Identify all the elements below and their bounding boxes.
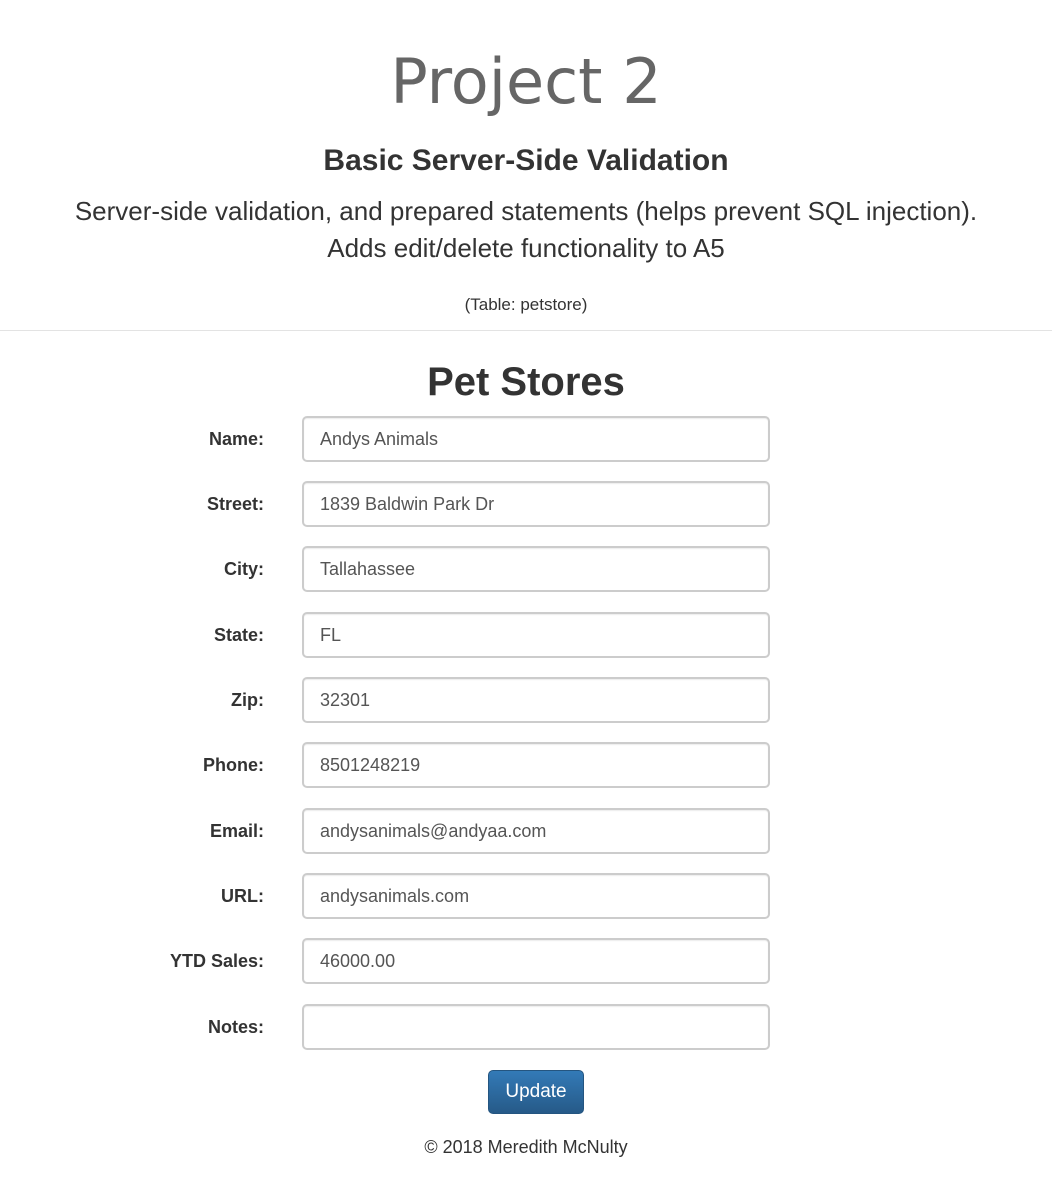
city-label: City: xyxy=(224,559,264,579)
url-label: URL: xyxy=(221,886,264,906)
name-label: Name: xyxy=(208,429,264,449)
notes-label: Notes: xyxy=(207,1017,264,1037)
ytd-sales-field[interactable] xyxy=(302,938,770,984)
street-field[interactable] xyxy=(302,481,770,527)
page-title: Project 2 xyxy=(390,45,662,118)
page-subtitle: Basic Server-Side Validation xyxy=(323,144,729,177)
section-heading: Pet Stores xyxy=(427,360,625,404)
form-row-state: State: xyxy=(0,612,1052,658)
street-label: Street: xyxy=(206,494,264,514)
url-field[interactable] xyxy=(302,873,770,919)
footer-copyright: © 2018 Meredith McNulty xyxy=(424,1137,628,1157)
form-row-phone: Phone: xyxy=(0,742,1052,788)
description-line-2: Adds edit/delete functionality to A5 xyxy=(327,233,725,263)
notes-field[interactable] xyxy=(302,1004,770,1050)
header-divider xyxy=(0,330,1052,331)
form-row-url: URL: xyxy=(0,873,1052,919)
form-row-zip: Zip: xyxy=(0,677,1052,723)
form-row-city: City: xyxy=(0,546,1052,592)
phone-label: Phone: xyxy=(203,755,264,775)
form-row-street: Street: xyxy=(0,481,1052,527)
name-field[interactable] xyxy=(302,416,770,462)
table-note: (Table: petstore) xyxy=(464,295,588,314)
email-field[interactable] xyxy=(302,808,770,854)
description-line-1: Server-side validation, and prepared sta… xyxy=(74,196,978,226)
form-row-name: Name: xyxy=(0,416,1052,462)
zip-label: Zip: xyxy=(231,690,264,710)
form-row-notes: Notes: xyxy=(0,1004,1052,1050)
phone-field[interactable] xyxy=(302,742,770,788)
form-row-email: Email: xyxy=(0,808,1052,854)
state-label: State: xyxy=(213,625,264,645)
update-button[interactable]: Update xyxy=(488,1070,584,1114)
page-description: Server-side validation, and prepared sta… xyxy=(0,193,1052,267)
zip-field[interactable] xyxy=(302,677,770,723)
ytd-sales-label: YTD Sales: xyxy=(169,951,264,971)
email-label: Email: xyxy=(209,821,264,841)
city-field[interactable] xyxy=(302,546,770,592)
state-field[interactable] xyxy=(302,612,770,658)
form-row-ytd-sales: YTD Sales: xyxy=(0,938,1052,984)
